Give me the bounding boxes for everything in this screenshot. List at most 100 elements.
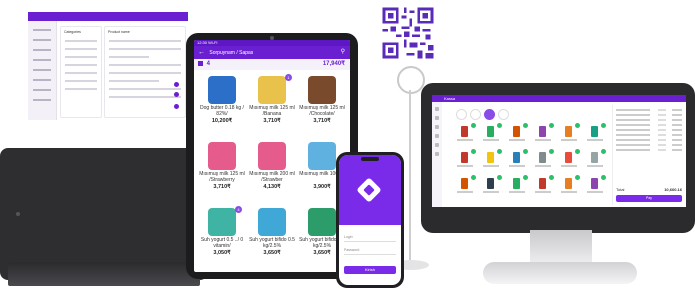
total-value: 10,660.16 (664, 187, 682, 192)
kiosk-topbar: Add more (28, 12, 188, 26)
checkout-button[interactable]: Pay (616, 195, 682, 202)
pos-product-card[interactable] (482, 123, 502, 143)
pos-product-card[interactable] (508, 123, 528, 143)
brand-logo-icon (356, 177, 382, 203)
back-arrow-icon[interactable]: ← (198, 49, 205, 56)
pos-stand-neck (530, 230, 592, 266)
add-icon[interactable] (575, 149, 580, 154)
pos-sidebar[interactable] (432, 102, 442, 207)
add-icon[interactable] (471, 123, 476, 128)
add-icon[interactable] (497, 123, 502, 128)
add-icon[interactable] (471, 149, 476, 154)
tablet-navbar: ← Sorpuynam / Sapas ⚲ (194, 46, 350, 59)
pos-product-card[interactable] (560, 175, 580, 195)
category-chip[interactable] (470, 109, 481, 120)
product-card[interactable]: Mısımuş milk 200 ml /Strawber 4,130₹ (248, 140, 296, 202)
cart-summary[interactable]: 4 17,940₹ (194, 59, 350, 70)
product-card[interactable]: Mısımuş milk 125 ml /Banana 3,710₹ 1 (248, 74, 296, 136)
product-name: Mısımuş milk 200 ml /Strawber (249, 171, 295, 183)
pos-product-card[interactable] (482, 175, 502, 195)
product-price: 3,710₹ (263, 118, 281, 124)
login-field[interactable]: Login (344, 235, 396, 242)
order-line[interactable] (616, 119, 682, 122)
pos-product-card[interactable] (560, 149, 580, 169)
add-icon[interactable] (601, 175, 606, 180)
product-name: Mısımuş milk 125 ml /Chocolate/ (299, 105, 345, 117)
order-line[interactable] (616, 124, 682, 127)
product-price: 3,050₹ (213, 250, 231, 256)
pos-product-card[interactable] (456, 123, 476, 143)
kiosk-sidebar[interactable] (28, 21, 57, 120)
pos-product-card[interactable] (482, 149, 502, 169)
search-icon[interactable]: ⚲ (341, 46, 345, 59)
product-card[interactable]: Suh yogurt bifido 0.5 kg/2.5% 3,650₹ (248, 206, 296, 268)
add-icon[interactable] (523, 175, 528, 180)
login-button[interactable]: Kirish (344, 266, 396, 274)
pos-product-card[interactable] (586, 123, 606, 143)
camera-icon (16, 212, 20, 216)
add-icon[interactable] (497, 175, 502, 180)
product-card[interactable]: Suh yogurt 0.5 ../ 0 vitamin/3,050₹ 4 (198, 206, 246, 268)
add-icon[interactable] (575, 123, 580, 128)
pos-product-card[interactable] (508, 149, 528, 169)
pos-product-card[interactable] (456, 149, 476, 169)
category-chip[interactable] (498, 109, 509, 120)
product-card[interactable]: Mısımuş milk 125 ml /Strawberry 3,710₹ (198, 140, 246, 202)
order-line[interactable] (616, 144, 682, 147)
product-image (308, 208, 336, 236)
product-name: Mısımuş milk 125 ml /Strawberry (199, 171, 245, 183)
product-card[interactable]: Dog butter 0.18 kg / 82%/10,200₹ (198, 74, 246, 136)
product-price: 3,710₹ (213, 184, 231, 190)
add-icon[interactable] (497, 149, 502, 154)
kiosk-toggle[interactable] (174, 82, 179, 87)
category-chip[interactable] (456, 109, 467, 120)
kiosk-screen: Add more Categories Product name (28, 12, 188, 120)
category-chip[interactable] (484, 109, 495, 120)
product-name: Suh yogurt 0.5 ../ 0 vitamin/ (200, 237, 244, 249)
order-line[interactable] (616, 109, 682, 112)
pos-product-card[interactable] (560, 123, 580, 143)
order-total: Total 10,660.16 (616, 187, 682, 192)
order-line[interactable] (616, 129, 682, 132)
pos-screen: Kassa Total 10,660.16 Pay (432, 95, 686, 207)
add-icon[interactable] (549, 175, 554, 180)
pos-product-card[interactable] (534, 123, 554, 143)
kiosk-category-panel[interactable]: Categories (60, 26, 102, 118)
cart-icon (198, 61, 203, 66)
product-image (208, 208, 236, 236)
product-price: 3,650₹ (263, 250, 281, 256)
pos-app-title: Kassa (444, 96, 456, 101)
product-image (308, 142, 336, 170)
add-icon[interactable] (601, 123, 606, 128)
pos-product-card[interactable] (534, 149, 554, 169)
pos-product-card[interactable] (508, 175, 528, 195)
add-icon[interactable] (575, 175, 580, 180)
order-line[interactable] (616, 114, 682, 117)
add-icon[interactable] (549, 149, 554, 154)
kiosk-stand (8, 262, 200, 286)
add-icon[interactable] (471, 175, 476, 180)
cart-count: 4 (206, 61, 211, 67)
product-name: Mısımuş milk 125 ml /Banana (249, 105, 295, 117)
product-name: Suh yogurt bifido 0.5 kg/2.5% (249, 237, 295, 249)
add-icon[interactable] (601, 149, 606, 154)
qr-code (380, 5, 436, 61)
product-name: Dog butter 0.18 kg / 82%/ (200, 105, 244, 117)
order-line[interactable] (616, 139, 682, 142)
phone-header (339, 155, 401, 225)
pos-product-card[interactable] (586, 175, 606, 195)
password-field[interactable]: Password (344, 248, 396, 255)
order-line[interactable] (616, 149, 682, 152)
kiosk-panel-title: Categories (64, 30, 81, 34)
add-icon[interactable] (523, 123, 528, 128)
order-line[interactable] (616, 134, 682, 137)
pos-topbar: Kassa (432, 95, 686, 102)
kiosk-toggle[interactable] (174, 92, 179, 97)
pos-product-card[interactable] (586, 149, 606, 169)
product-card[interactable]: Mısımuş milk 125 ml /Chocolate/3,710₹ (298, 74, 346, 136)
add-icon[interactable] (549, 123, 554, 128)
pos-product-card[interactable] (456, 175, 476, 195)
add-icon[interactable] (523, 149, 528, 154)
pos-product-card[interactable] (534, 175, 554, 195)
kiosk-toggle[interactable] (174, 104, 179, 109)
